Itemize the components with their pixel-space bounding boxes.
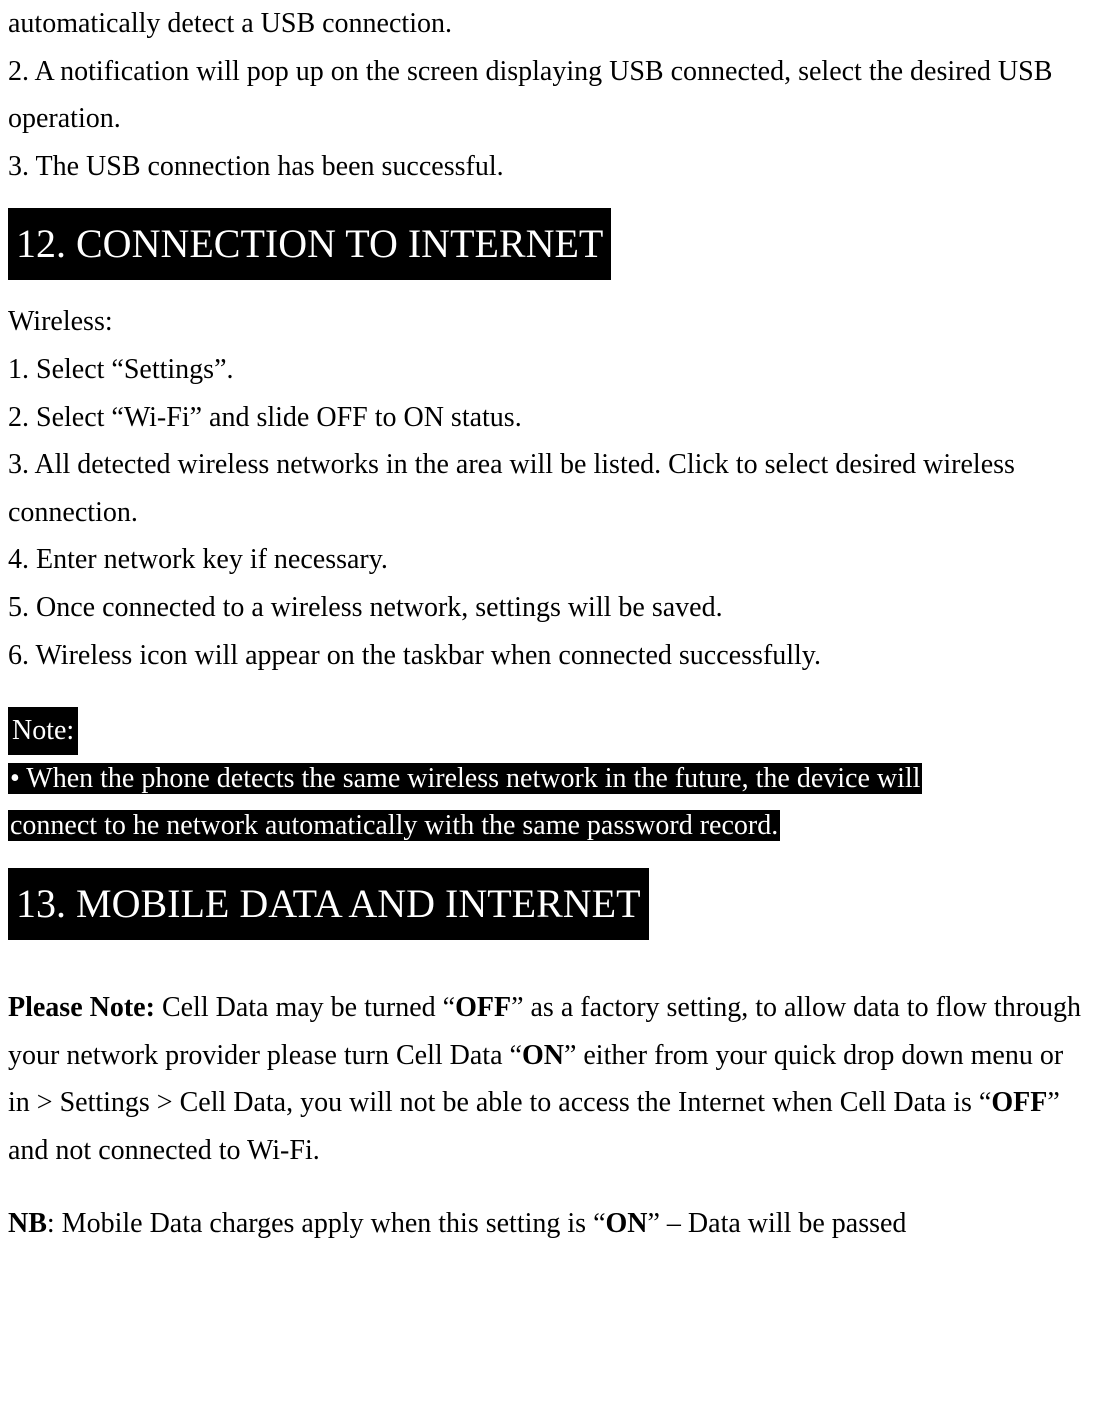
section-13-heading: 13. MOBILE DATA AND INTERNET: [8, 868, 649, 940]
usb-intro-line-3: 3. The USB connection has been successfu…: [8, 143, 1086, 191]
please-note-text-a: Cell Data may be turned “: [155, 992, 455, 1023]
please-note-label: Please Note:: [8, 992, 155, 1023]
note-line-2: connect to he network automatically with…: [8, 810, 780, 841]
wireless-step-2: 2. Select “Wi-Fi” and slide OFF to ON st…: [8, 394, 1086, 442]
wireless-step-5: 5. Once connected to a wireless network,…: [8, 584, 1086, 632]
on-bold-1: ON: [522, 1040, 564, 1071]
section-12-heading: 12. CONNECTION TO INTERNET: [8, 208, 611, 280]
nb-text-b: ” – Data will be passed: [648, 1208, 907, 1239]
wireless-step-4: 4. Enter network key if necessary.: [8, 536, 1086, 584]
usb-intro-line-2: 2. A notification will pop up on the scr…: [8, 48, 1086, 143]
wireless-label: Wireless:: [8, 298, 1086, 346]
please-note-paragraph: Please Note: Cell Data may be turned “OF…: [8, 984, 1086, 1174]
note-body: • When the phone detects the same wirele…: [8, 755, 1086, 850]
usb-intro-line-1: automatically detect a USB connection.: [8, 0, 1086, 48]
note-line-1: • When the phone detects the same wirele…: [8, 763, 922, 794]
wireless-step-1: 1. Select “Settings”.: [8, 346, 1086, 394]
wireless-step-3: 3. All detected wireless networks in the…: [8, 441, 1086, 536]
note-label: Note:: [8, 707, 78, 755]
off-bold-2: OFF: [991, 1087, 1047, 1118]
on-bold-2: ON: [606, 1208, 648, 1239]
nb-text-a: : Mobile Data charges apply when this se…: [47, 1208, 606, 1239]
nb-paragraph: NB: Mobile Data charges apply when this …: [8, 1200, 1086, 1248]
off-bold-1: OFF: [455, 992, 511, 1023]
wireless-step-6: 6. Wireless icon will appear on the task…: [8, 632, 1086, 680]
nb-label: NB: [8, 1208, 47, 1239]
